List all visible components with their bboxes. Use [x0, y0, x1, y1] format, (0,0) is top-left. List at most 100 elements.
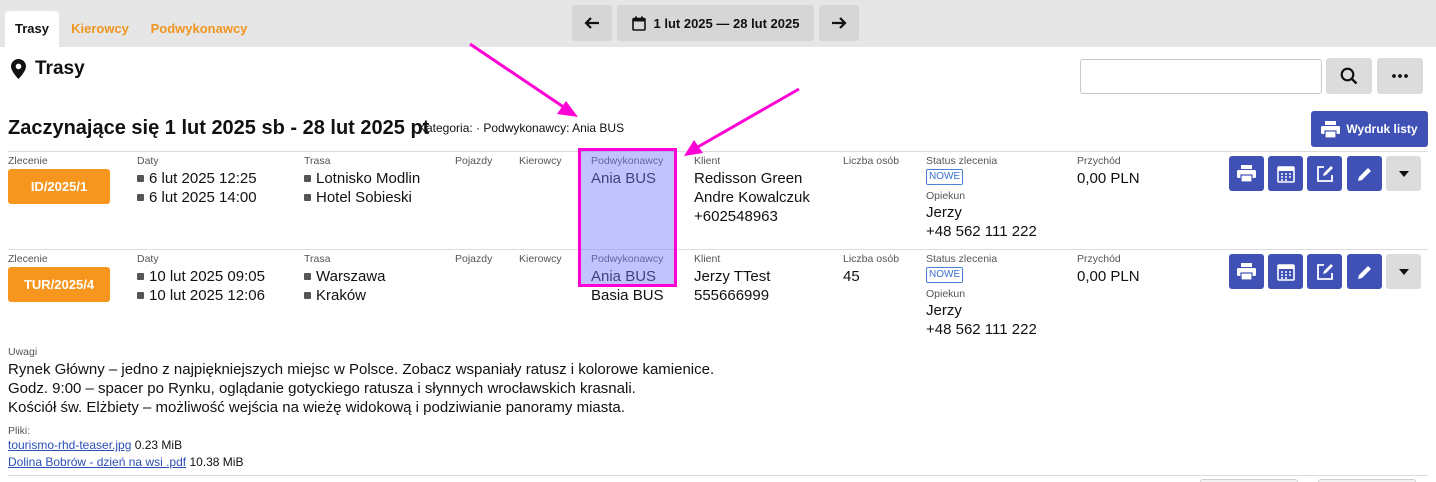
vehicles-label: Pojazdy	[455, 253, 493, 265]
schedule-button[interactable]	[1268, 156, 1303, 191]
edit-box-icon	[1316, 263, 1333, 280]
tab-kierowcy[interactable]: Kierowcy	[62, 11, 138, 47]
arrow-right-icon	[832, 17, 847, 29]
annotation-arrow	[695, 87, 800, 150]
income-label: Przychód	[1077, 155, 1121, 167]
route-stop: Hotel Sobieski	[304, 188, 412, 207]
more-options-button[interactable]	[1377, 58, 1423, 94]
status-badge: NOWE	[926, 169, 964, 185]
guardian-phone: +48 562 111 222	[926, 223, 1037, 240]
row-dropdown-button[interactable]	[1386, 156, 1421, 191]
status-label: Status zlecenia	[926, 253, 998, 265]
annotation-arrow	[469, 42, 569, 112]
subcontractor-name: Basia BUS	[591, 287, 664, 304]
order-number-badge[interactable]: TUR/2025/4	[8, 267, 110, 302]
row-dropdown-button[interactable]	[1386, 254, 1421, 289]
divider	[8, 249, 1428, 250]
divider	[8, 151, 1428, 152]
dates-label: Daty	[137, 253, 159, 265]
client-name: Redisson Green	[694, 170, 803, 187]
note-line: Kościół św. Elżbiety – możliwość wejścia…	[8, 399, 625, 416]
income-value: 0,00 PLN	[1077, 268, 1140, 285]
print-order-button[interactable]	[1229, 156, 1264, 191]
page-title: Trasy	[11, 58, 85, 80]
drivers-label: Kierowcy	[519, 155, 562, 167]
client-name: Jerzy TTest	[694, 268, 771, 285]
file-link[interactable]: Dolina Bobrów - dzień na wsi .pdf	[8, 455, 186, 469]
date-start: 6 lut 2025 12:25	[137, 169, 257, 188]
edit-button[interactable]	[1347, 156, 1382, 191]
drivers-label: Kierowcy	[519, 253, 562, 265]
client-phone: +602548963	[694, 208, 778, 225]
vehicles-label: Pojazdy	[455, 155, 493, 167]
pencil-icon	[1357, 167, 1371, 181]
date-end: 6 lut 2025 14:00	[137, 188, 257, 207]
status-label: Status zlecenia	[926, 155, 998, 167]
edit-button[interactable]	[1347, 254, 1382, 289]
guardian-phone: +48 562 111 222	[926, 321, 1037, 338]
print-list-button[interactable]: Wydruk listy	[1311, 111, 1428, 147]
guardian-name: Jerzy	[926, 302, 962, 319]
order-label: Zlecenie	[8, 253, 48, 265]
file-item: Dolina Bobrów - dzień na wsi .pdf 10.38 …	[8, 455, 243, 469]
edit-form-button[interactable]	[1307, 254, 1342, 289]
next-period-button[interactable]	[819, 5, 859, 41]
arrow-head-icon	[557, 101, 578, 117]
caret-down-icon	[1398, 170, 1409, 177]
date-start: 10 lut 2025 09:05	[137, 267, 265, 286]
route-stop: Warszawa	[304, 267, 385, 286]
date-range-label: 1 lut 2025 — 28 lut 2025	[653, 15, 800, 31]
people-label: Liczba osób	[843, 253, 900, 265]
caret-down-icon	[1398, 268, 1409, 275]
route-stop: Lotnisko Modlin	[304, 169, 420, 188]
income-value: 0,00 PLN	[1077, 170, 1140, 187]
search-icon	[1340, 67, 1358, 85]
file-size: 10.38 MiB	[189, 455, 244, 469]
route-label: Trasa	[304, 253, 331, 265]
client-label: Klient	[694, 155, 721, 167]
file-link[interactable]: tourismo-rhd-teaser.jpg	[8, 438, 131, 452]
order-label: Zlecenie	[8, 155, 48, 167]
guardian-label: Opiekun	[926, 288, 966, 300]
calendar-icon	[631, 16, 646, 31]
note-line: Rynek Główny – jedno z najpiękniejszych …	[8, 361, 715, 378]
file-size: 0.23 MiB	[134, 438, 183, 452]
heading-filter-meta: Kategoria: · Podwykonawcy: Ania BUS	[418, 121, 625, 135]
pencil-icon	[1357, 265, 1371, 279]
tab-podwykonawcy[interactable]: Podwykonawcy	[143, 11, 255, 47]
people-count: 45	[843, 268, 860, 285]
files-label: Pliki:	[8, 425, 31, 437]
client-phone: 555666999	[694, 287, 770, 304]
printer-icon	[1237, 165, 1256, 182]
list-heading: Zaczynające się 1 lut 2025 sb - 28 lut 2…	[8, 117, 430, 139]
guardian-name: Jerzy	[926, 204, 962, 221]
prev-period-button[interactable]	[572, 5, 612, 41]
file-item: tourismo-rhd-teaser.jpg 0.23 MiB	[8, 438, 182, 452]
print-order-button[interactable]	[1229, 254, 1264, 289]
edit-form-button[interactable]	[1307, 156, 1342, 191]
dates-label: Daty	[137, 155, 159, 167]
tab-trasy[interactable]: Trasy	[5, 11, 59, 47]
more-dots-icon	[1392, 74, 1408, 78]
search-button[interactable]	[1326, 58, 1372, 94]
arrow-left-icon	[584, 17, 599, 29]
route-stop: Kraków	[304, 286, 366, 305]
client-contact: Andre Kowalczuk	[694, 189, 810, 206]
guardian-label: Opiekun	[926, 190, 966, 202]
divider	[8, 475, 1428, 476]
calendar-grid-icon	[1276, 263, 1295, 281]
edit-box-icon	[1316, 165, 1333, 182]
date-range-button[interactable]: 1 lut 2025 — 28 lut 2025	[617, 5, 814, 41]
print-list-label: Wydruk listy	[1346, 122, 1418, 136]
date-end: 10 lut 2025 12:06	[137, 286, 265, 305]
route-label: Trasa	[304, 155, 331, 167]
schedule-button[interactable]	[1268, 254, 1303, 289]
subcontractor-highlight-box	[578, 148, 677, 287]
notes-label: Uwagi	[8, 346, 38, 358]
printer-icon	[1237, 263, 1256, 280]
order-number-badge[interactable]: ID/2025/1	[8, 169, 110, 204]
arrow-head-icon	[684, 140, 703, 156]
note-line: Godz. 9:00 – spacer po Rynku, oglądanie …	[8, 380, 636, 397]
page-title-text: Trasy	[35, 58, 85, 79]
search-input[interactable]	[1080, 59, 1322, 94]
